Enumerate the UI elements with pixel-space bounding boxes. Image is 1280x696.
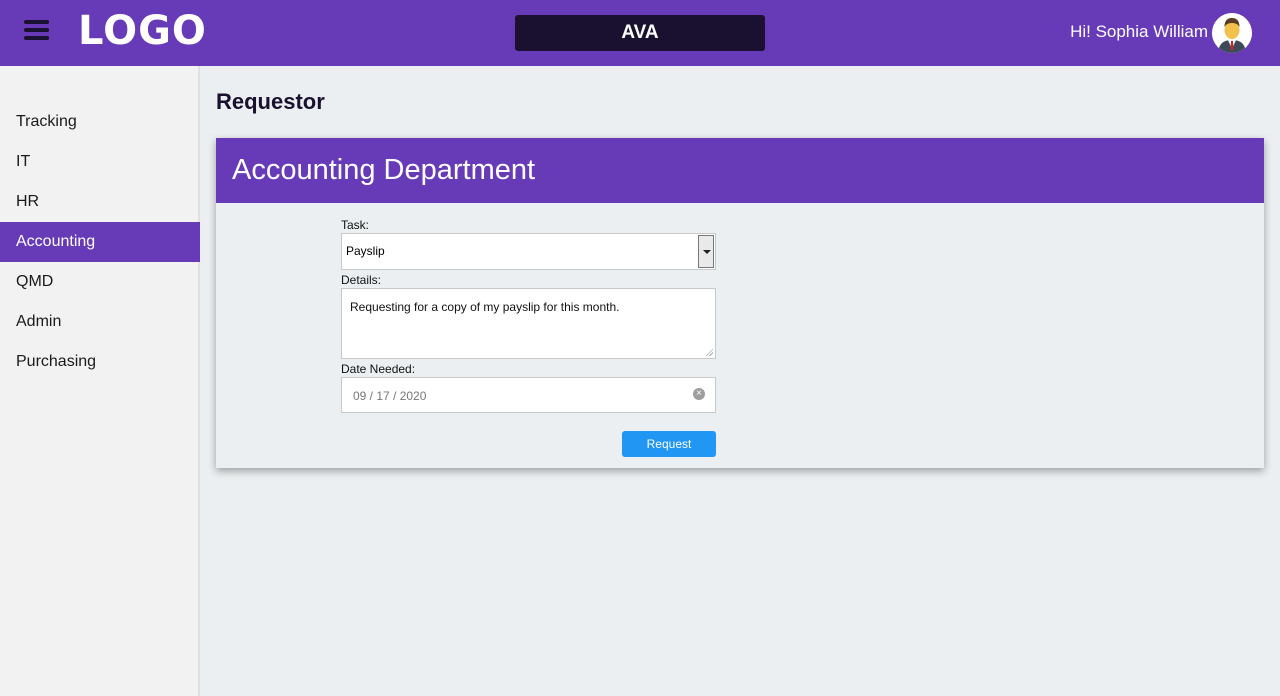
chevron-down-icon[interactable] xyxy=(698,235,714,268)
app-title: AVA xyxy=(515,15,765,51)
clear-icon[interactable]: × xyxy=(693,388,705,400)
request-button[interactable]: Request xyxy=(622,431,716,457)
details-text: Requesting for a copy of my payslip for … xyxy=(350,300,620,314)
card-header: Accounting Department xyxy=(216,138,1264,203)
card-title: Accounting Department xyxy=(232,154,536,186)
page-title: Requestor xyxy=(216,89,325,114)
logo[interactable]: LOGO xyxy=(78,8,207,54)
details-label: Details: xyxy=(341,273,382,287)
sidebar-item-purchasing[interactable]: Purchasing xyxy=(0,342,200,382)
top-navbar: LOGO AVA Hi! Sophia William xyxy=(0,0,1280,66)
task-select[interactable]: Payslip xyxy=(341,233,716,270)
date-needed-value: 09 / 17 / 2020 xyxy=(353,389,427,403)
date-needed-input[interactable]: 09 / 17 / 2020 × xyxy=(341,377,716,413)
hamburger-menu-icon[interactable] xyxy=(24,20,49,44)
sidebar-nav: Tracking IT HR Accounting QMD Admin Purc… xyxy=(0,102,200,382)
task-select-value: Payslip xyxy=(346,244,385,258)
sidebar-item-tracking[interactable]: Tracking xyxy=(0,102,200,142)
request-card: Accounting Department Task: Payslip Deta… xyxy=(216,138,1264,468)
details-textarea[interactable]: Requesting for a copy of my payslip for … xyxy=(341,288,716,359)
sidebar-item-it[interactable]: IT xyxy=(0,142,200,182)
sidebar-item-hr[interactable]: HR xyxy=(0,182,200,222)
task-label: Task: xyxy=(341,218,370,232)
date-label: Date Needed: xyxy=(341,362,416,376)
request-form: Task: Payslip Details: Requesting for a … xyxy=(341,217,716,413)
user-avatar-icon xyxy=(1212,13,1252,53)
resize-handle-icon[interactable] xyxy=(705,348,713,356)
sidebar-item-qmd[interactable]: QMD xyxy=(0,262,200,302)
sidebar-item-accounting[interactable]: Accounting xyxy=(0,222,200,262)
user-avatar[interactable] xyxy=(1212,13,1252,53)
user-greeting: Hi! Sophia William xyxy=(1070,22,1208,41)
sidebar-item-admin[interactable]: Admin xyxy=(0,302,200,342)
sidebar: Tracking IT HR Accounting QMD Admin Purc… xyxy=(0,66,200,696)
